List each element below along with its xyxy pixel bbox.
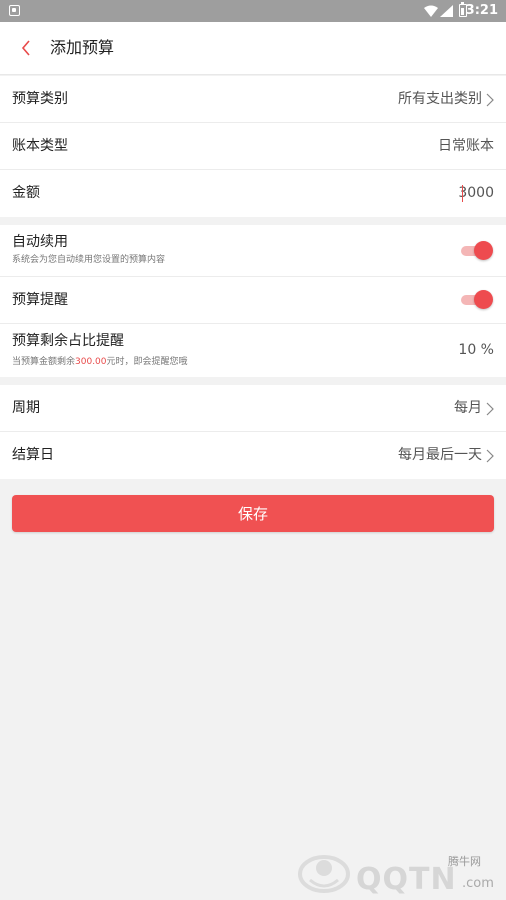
period-row[interactable]: 周期 每月 xyxy=(0,385,506,432)
budget-category-value-wrap: 所有支出类别 xyxy=(398,76,494,123)
period-value: 每月 xyxy=(454,400,482,416)
reminder-settings-group: 自动续用 系统会为您自动续用您设置的预算内容 预算提醒 预算剩余占比提醒 当预算… xyxy=(0,225,506,377)
remaining-reminder-row[interactable]: 预算剩余占比提醒 当预算金额剩余300.00元时，即会提醒您哦 10 % xyxy=(0,324,506,377)
text-caret xyxy=(462,185,463,202)
remaining-reminder-label: 预算剩余占比提醒 xyxy=(12,333,124,349)
chevron-left-icon xyxy=(21,40,30,56)
budget-category-row[interactable]: 预算类别 所有支出类别 xyxy=(0,76,506,123)
wifi-icon xyxy=(424,5,438,17)
auto-renew-row: 自动续用 系统会为您自动续用您设置的预算内容 xyxy=(0,225,506,277)
amount-row: 金额 xyxy=(0,170,506,217)
period-label: 周期 xyxy=(12,400,40,416)
clock: 3:21 xyxy=(465,3,498,18)
settlement-day-row[interactable]: 结算日 每月最后一天 xyxy=(0,432,506,479)
settlement-day-value: 每月最后一天 xyxy=(398,447,482,463)
period-value-wrap: 每月 xyxy=(454,385,494,432)
account-type-row[interactable]: 账本类型 日常账本 xyxy=(0,123,506,170)
account-type-label: 账本类型 xyxy=(12,138,68,154)
notification-image-icon xyxy=(9,5,20,16)
back-button[interactable] xyxy=(14,36,38,60)
period-settings-group: 周期 每月 结算日 每月最后一天 xyxy=(0,385,506,479)
remaining-amount: 300.00 xyxy=(75,357,107,367)
page-title: 添加预算 xyxy=(50,38,115,57)
site-watermark: 腾牛网 QQTN .com xyxy=(296,848,502,896)
amount-input[interactable] xyxy=(374,182,494,204)
save-button[interactable]: 保存 xyxy=(12,495,494,532)
auto-renew-toggle[interactable] xyxy=(461,241,493,260)
budget-reminder-toggle[interactable] xyxy=(461,290,493,309)
status-bar: 3:21 xyxy=(0,0,506,22)
budget-reminder-label: 预算提醒 xyxy=(12,292,68,308)
watermark-main-text: QQTN xyxy=(356,862,457,897)
signal-icon xyxy=(440,5,453,17)
auto-renew-label: 自动续用 xyxy=(12,234,68,250)
remaining-reminder-value: 10 % xyxy=(458,342,494,358)
remaining-reminder-description: 当预算金额剩余300.00元时，即会提醒您哦 xyxy=(12,357,188,367)
account-type-value: 日常账本 xyxy=(438,138,494,154)
chevron-right-icon xyxy=(486,449,494,462)
app-header: 添加预算 xyxy=(0,22,506,75)
budget-reminder-row: 预算提醒 xyxy=(0,277,506,324)
settlement-day-value-wrap: 每月最后一天 xyxy=(398,432,494,479)
settlement-day-label: 结算日 xyxy=(12,447,54,463)
watermark-suffix-text: .com xyxy=(462,876,494,891)
budget-category-value: 所有支出类别 xyxy=(398,91,482,107)
basic-settings-group: 预算类别 所有支出类别 账本类型 日常账本 金额 xyxy=(0,76,506,217)
auto-renew-description: 系统会为您自动续用您设置的预算内容 xyxy=(12,255,166,265)
chevron-right-icon xyxy=(486,402,494,415)
budget-category-label: 预算类别 xyxy=(12,91,68,107)
chevron-right-icon xyxy=(486,93,494,106)
amount-label: 金额 xyxy=(12,185,40,201)
qqtn-logo-icon xyxy=(298,855,350,893)
